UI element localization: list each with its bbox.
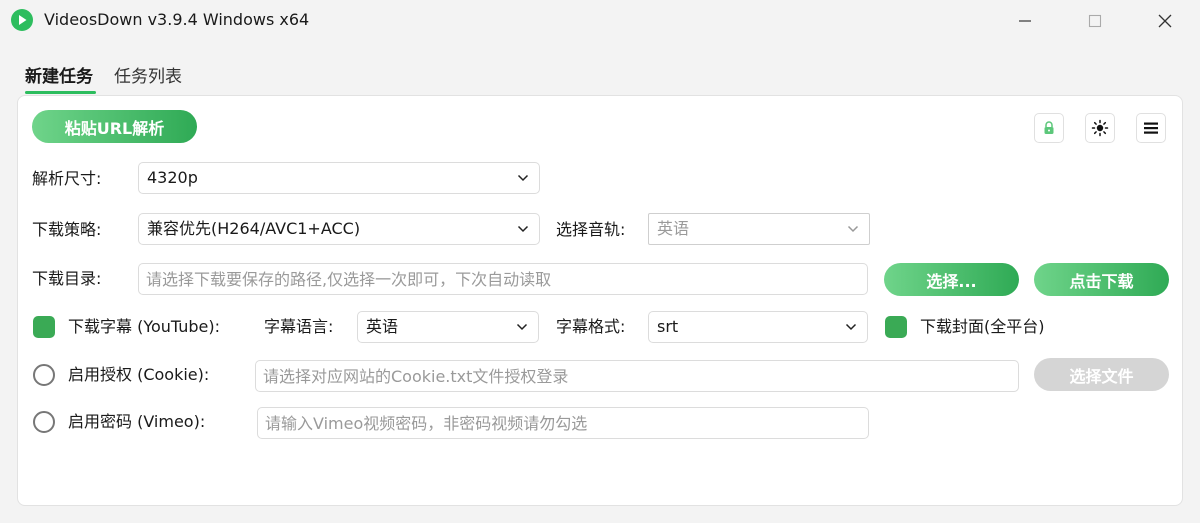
maximize-icon <box>1088 14 1102 28</box>
subtitle-checkbox[interactable] <box>33 316 55 338</box>
chevron-down-icon <box>845 323 857 331</box>
strategy-select[interactable]: 兼容优先(H264/AVC1+ACC) <box>138 213 540 245</box>
menu-icon <box>1144 122 1158 134</box>
vimeo-checkbox[interactable] <box>33 411 55 433</box>
chevron-down-icon <box>517 174 529 182</box>
main-panel <box>17 95 1183 506</box>
sun-icon <box>1091 119 1109 137</box>
lock-icon <box>1044 121 1054 134</box>
minimize-icon <box>1019 20 1031 22</box>
chevron-down-icon <box>517 225 529 233</box>
subtitle-format-value: srt <box>657 317 679 336</box>
audio-track-select[interactable]: 英语 <box>648 213 870 245</box>
choose-directory-button[interactable]: 选择... <box>884 263 1019 296</box>
strategy-label: 下载策略: <box>32 220 102 239</box>
resolution-select[interactable]: 4320p <box>138 162 540 194</box>
theme-button[interactable] <box>1085 113 1115 143</box>
minimize-button[interactable] <box>1002 0 1048 42</box>
subtitle-language-label: 字幕语言: <box>264 317 334 336</box>
paste-url-button[interactable]: 粘贴URL解析 <box>32 110 197 143</box>
menu-button[interactable] <box>1136 113 1166 143</box>
cookie-checkbox[interactable] <box>33 364 55 386</box>
subtitle-format-select[interactable]: srt <box>648 311 868 343</box>
lock-button[interactable] <box>1034 113 1064 143</box>
active-tab-indicator <box>25 91 96 94</box>
subtitle-format-label: 字幕格式: <box>556 317 626 336</box>
directory-input[interactable] <box>138 263 868 295</box>
audio-track-label: 选择音轨: <box>556 220 626 239</box>
close-icon <box>1158 14 1172 28</box>
tab-task-list[interactable]: 任务列表 <box>114 66 182 88</box>
app-logo-icon <box>11 9 33 31</box>
window-title: VideosDown v3.9.4 Windows x64 <box>44 10 310 29</box>
subtitle-language-value: 英语 <box>366 317 399 336</box>
cookie-checkbox-label: 启用授权 (Cookie): <box>68 365 210 384</box>
maximize-button[interactable] <box>1072 0 1118 42</box>
cover-checkbox-label: 下载封面(全平台) <box>920 317 1045 336</box>
subtitle-language-select[interactable]: 英语 <box>357 311 539 343</box>
download-button[interactable]: 点击下载 <box>1034 263 1169 296</box>
audio-track-value: 英语 <box>657 219 690 238</box>
chevron-down-icon <box>516 323 528 331</box>
resolution-value: 4320p <box>147 168 198 187</box>
subtitle-checkbox-label: 下载字幕 (YouTube): <box>68 317 221 336</box>
cookie-input[interactable] <box>255 360 1019 392</box>
title-bar: VideosDown v3.9.4 Windows x64 <box>0 0 1200 42</box>
resolution-label: 解析尺寸: <box>32 169 102 188</box>
directory-label: 下载目录: <box>32 269 102 288</box>
vimeo-checkbox-label: 启用密码 (Vimeo): <box>68 412 206 431</box>
cover-checkbox[interactable] <box>885 316 907 338</box>
tab-new-task[interactable]: 新建任务 <box>25 66 93 88</box>
close-button[interactable] <box>1142 0 1188 42</box>
strategy-value: 兼容优先(H264/AVC1+ACC) <box>147 219 361 238</box>
chevron-down-icon <box>847 225 859 233</box>
vimeo-password-input[interactable] <box>257 407 869 439</box>
choose-file-button[interactable]: 选择文件 <box>1034 358 1169 391</box>
